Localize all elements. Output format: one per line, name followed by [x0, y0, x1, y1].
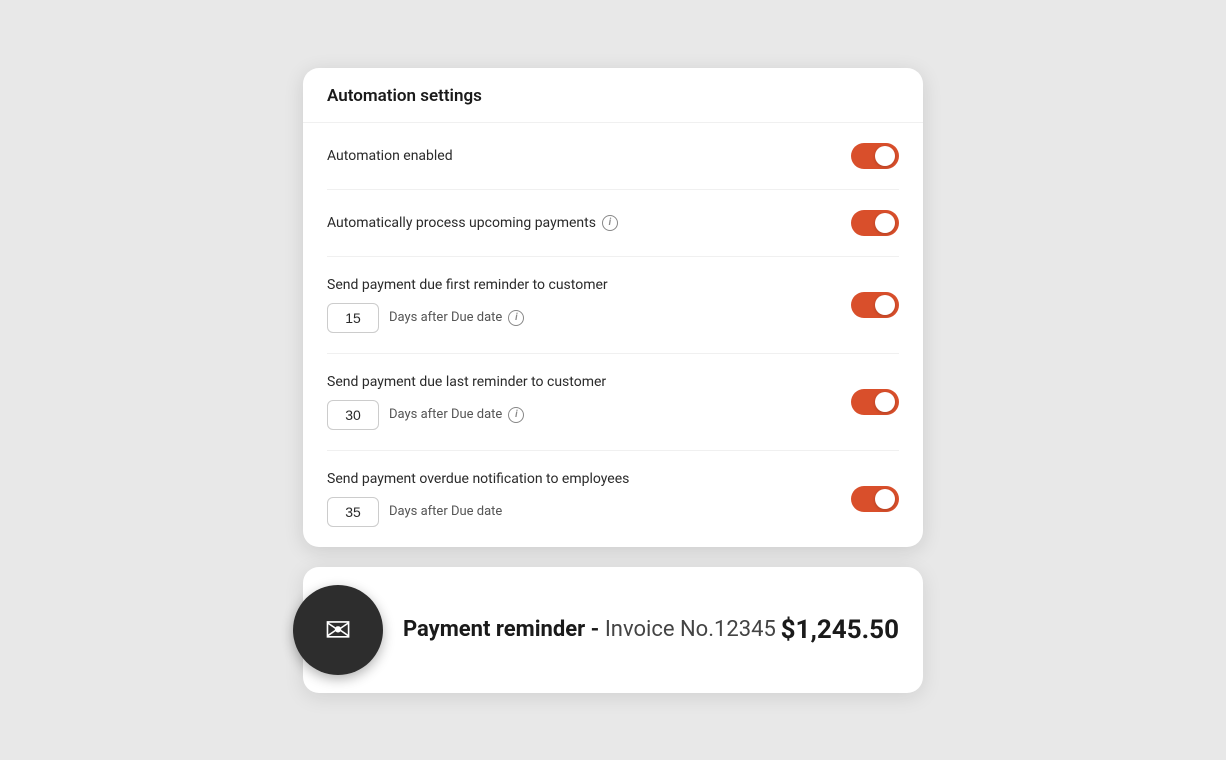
setting-label-text-first-reminder: Send payment due first reminder to custo… [327, 277, 608, 293]
reminder-content: Payment reminder - Invoice No.12345 [383, 617, 781, 642]
toggle-slider-first-reminder [851, 292, 899, 318]
reminder-separator: - [585, 617, 605, 642]
days-row-last-reminder: Days after Due date i [327, 400, 851, 430]
setting-row-overdue-notification: Send payment overdue notification to emp… [327, 451, 899, 547]
setting-label-text-overdue-notification: Send payment overdue notification to emp… [327, 471, 629, 487]
reminder-title-bold: Payment reminder [403, 617, 585, 642]
setting-left-last-reminder: Send payment due last reminder to custom… [327, 374, 851, 430]
setting-label-first-reminder: Send payment due first reminder to custo… [327, 277, 851, 293]
toggle-slider-automation-enabled [851, 143, 899, 169]
setting-label-text-automation-enabled: Automation enabled [327, 148, 453, 164]
days-input-last-reminder[interactable] [327, 400, 379, 430]
reminder-title: Payment reminder - Invoice No.12345 [403, 617, 781, 642]
days-row-overdue-notification: Days after Due date [327, 497, 851, 527]
card-body: Automation enabled Automatically process … [303, 123, 923, 547]
envelope-icon: ✉ [325, 611, 352, 649]
setting-label-auto-process-payments: Automatically process upcoming payments i [327, 215, 851, 231]
days-label-first-reminder: Days after Due date i [389, 310, 524, 326]
reminder-icon-wrap: ✉ [293, 585, 383, 675]
toggle-slider-last-reminder [851, 389, 899, 415]
card-title: Automation settings [327, 86, 899, 106]
days-info-icon-last-reminder[interactable]: i [508, 407, 524, 423]
setting-row-auto-process-payments: Automatically process upcoming payments i [327, 190, 899, 257]
days-label-text-last-reminder: Days after Due date [389, 407, 502, 422]
days-row-first-reminder: Days after Due date i [327, 303, 851, 333]
automation-settings-card: Automation settings Automation enabledAu… [303, 68, 923, 547]
setting-left-first-reminder: Send payment due first reminder to custo… [327, 277, 851, 333]
setting-label-automation-enabled: Automation enabled [327, 148, 851, 164]
toggle-automation-enabled[interactable] [851, 143, 899, 169]
setting-row-last-reminder: Send payment due last reminder to custom… [327, 354, 899, 451]
card-header: Automation settings [303, 68, 923, 123]
main-wrapper: Automation settings Automation enabledAu… [303, 68, 923, 693]
reminder-amount: $1,245.50 [781, 615, 899, 645]
setting-label-last-reminder: Send payment due last reminder to custom… [327, 374, 851, 390]
toggle-slider-auto-process-payments [851, 210, 899, 236]
info-icon-auto-process-payments[interactable]: i [602, 215, 618, 231]
days-input-overdue-notification[interactable] [327, 497, 379, 527]
setting-left-auto-process-payments: Automatically process upcoming payments i [327, 215, 851, 231]
toggle-auto-process-payments[interactable] [851, 210, 899, 236]
setting-row-automation-enabled: Automation enabled [327, 123, 899, 190]
days-label-text-overdue-notification: Days after Due date [389, 504, 502, 519]
setting-left-overdue-notification: Send payment overdue notification to emp… [327, 471, 851, 527]
toggle-last-reminder[interactable] [851, 389, 899, 415]
days-label-overdue-notification: Days after Due date [389, 504, 502, 519]
toggle-first-reminder[interactable] [851, 292, 899, 318]
payment-reminder-card: ✉ Payment reminder - Invoice No.12345 $1… [303, 567, 923, 693]
setting-row-first-reminder: Send payment due first reminder to custo… [327, 257, 899, 354]
days-info-icon-first-reminder[interactable]: i [508, 310, 524, 326]
days-label-text-first-reminder: Days after Due date [389, 310, 502, 325]
setting-left-automation-enabled: Automation enabled [327, 148, 851, 164]
setting-label-text-last-reminder: Send payment due last reminder to custom… [327, 374, 606, 390]
setting-label-text-auto-process-payments: Automatically process upcoming payments [327, 215, 596, 231]
reminder-subtitle: Invoice No.12345 [605, 617, 776, 642]
toggle-overdue-notification[interactable] [851, 486, 899, 512]
setting-label-overdue-notification: Send payment overdue notification to emp… [327, 471, 851, 487]
toggle-slider-overdue-notification [851, 486, 899, 512]
days-input-first-reminder[interactable] [327, 303, 379, 333]
days-label-last-reminder: Days after Due date i [389, 407, 524, 423]
